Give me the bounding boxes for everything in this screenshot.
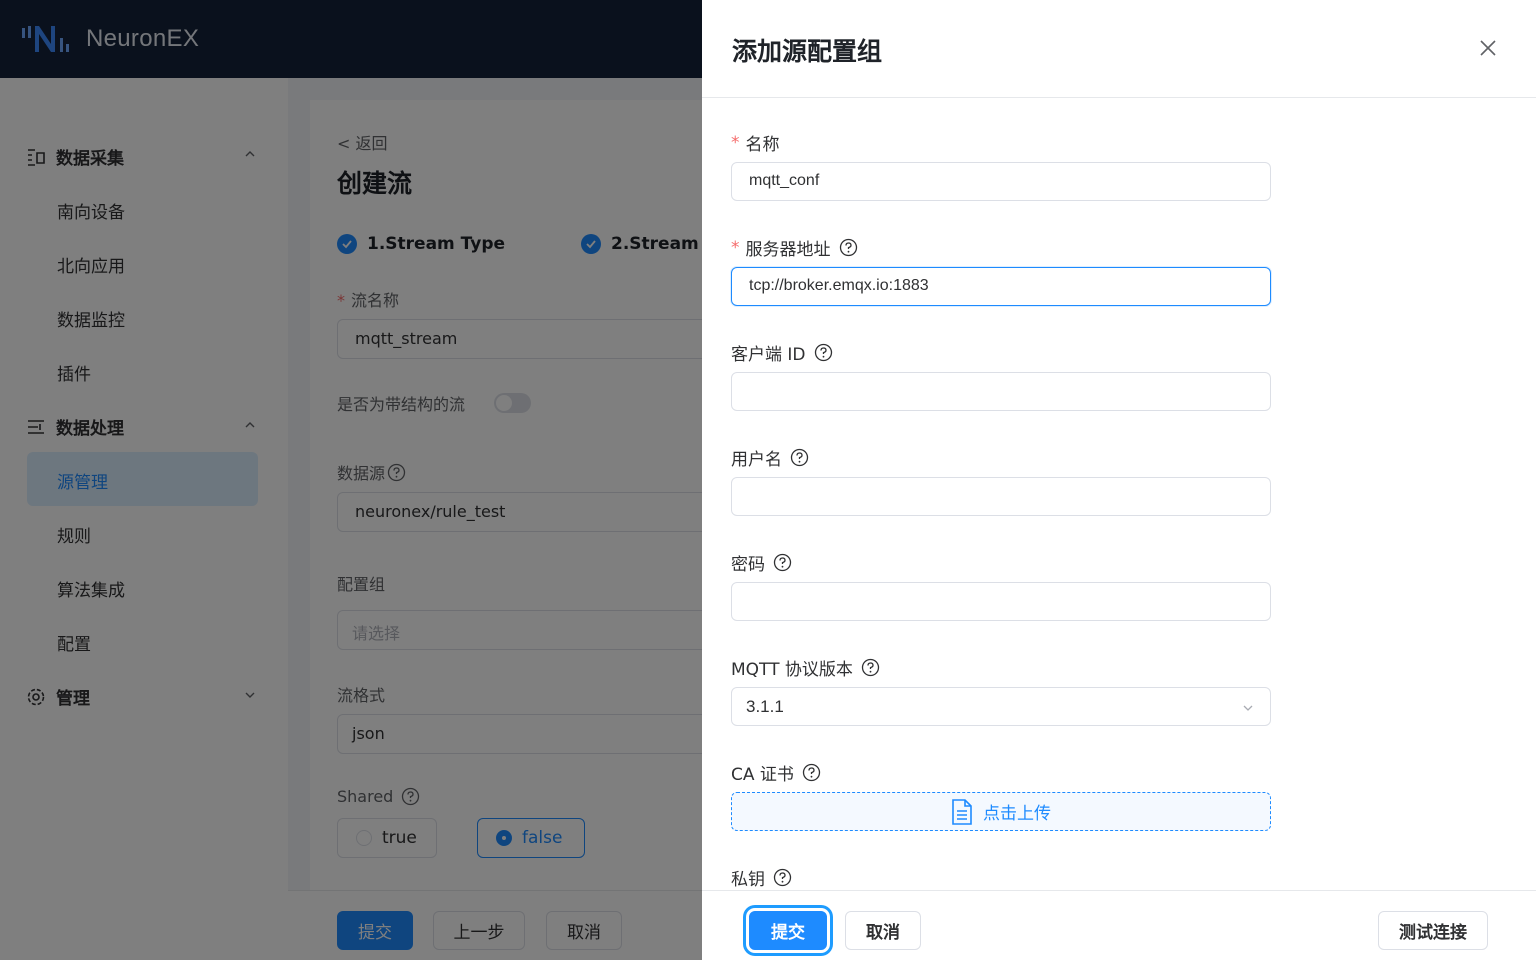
server-label-row: * 服务器地址 xyxy=(731,235,858,260)
help-icon[interactable] xyxy=(861,658,880,677)
file-icon xyxy=(952,798,972,825)
username-input[interactable] xyxy=(731,477,1271,516)
test-connection-button[interactable]: 测试连接 xyxy=(1378,911,1488,950)
required-mark: * xyxy=(731,132,740,153)
name-label: 名称 xyxy=(745,135,780,155)
name-input[interactable]: mqtt_conf xyxy=(731,162,1271,201)
drawer-submit-button[interactable]: 提交 xyxy=(749,911,827,950)
required-mark: * xyxy=(731,237,740,258)
help-icon[interactable] xyxy=(773,868,792,887)
client-id-label: 客户端 ID xyxy=(731,345,806,365)
server-address-input[interactable]: tcp://broker.emqx.io:1883 xyxy=(731,267,1271,306)
help-icon[interactable] xyxy=(802,763,821,782)
drawer-cancel-button[interactable]: 取消 xyxy=(845,911,921,950)
modal-overlay[interactable] xyxy=(0,0,702,960)
private-key-label-row: 私钥 xyxy=(731,865,792,890)
server-label: 服务器地址 xyxy=(745,240,831,260)
chevron-down-icon xyxy=(1243,705,1253,711)
ca-cert-label: CA 证书 xyxy=(731,765,794,785)
client-id-input[interactable] xyxy=(731,372,1271,411)
help-icon[interactable] xyxy=(773,553,792,572)
add-source-config-drawer: 添加源配置组 * 名称 mqtt_conf * 服务器地址 tcp://brok… xyxy=(702,0,1536,960)
mqtt-version-label: MQTT 协议版本 xyxy=(731,660,853,680)
mqtt-version-select[interactable]: 3.1.1 xyxy=(731,687,1271,726)
upload-label: 点击上传 xyxy=(983,804,1051,824)
mqtt-version-label-row: MQTT 协议版本 xyxy=(731,655,880,680)
name-label-row: * 名称 xyxy=(731,130,780,156)
client-id-label-row: 客户端 ID xyxy=(731,340,833,365)
username-label-row: 用户名 xyxy=(731,445,809,470)
help-icon[interactable] xyxy=(790,448,809,467)
password-input[interactable] xyxy=(731,582,1271,621)
ca-cert-label-row: CA 证书 xyxy=(731,760,821,785)
password-label: 密码 xyxy=(731,555,765,575)
password-label-row: 密码 xyxy=(731,550,792,575)
drawer-title: 添加源配置组 xyxy=(732,37,883,66)
help-icon[interactable] xyxy=(814,343,833,362)
private-key-label: 私钥 xyxy=(731,870,765,890)
close-icon[interactable] xyxy=(1478,38,1498,58)
help-icon[interactable] xyxy=(839,238,858,257)
drawer-divider xyxy=(702,97,1536,98)
username-label: 用户名 xyxy=(731,450,782,470)
ca-cert-upload[interactable]: 点击上传 xyxy=(731,792,1271,831)
mqtt-version-value: 3.1.1 xyxy=(746,697,784,716)
